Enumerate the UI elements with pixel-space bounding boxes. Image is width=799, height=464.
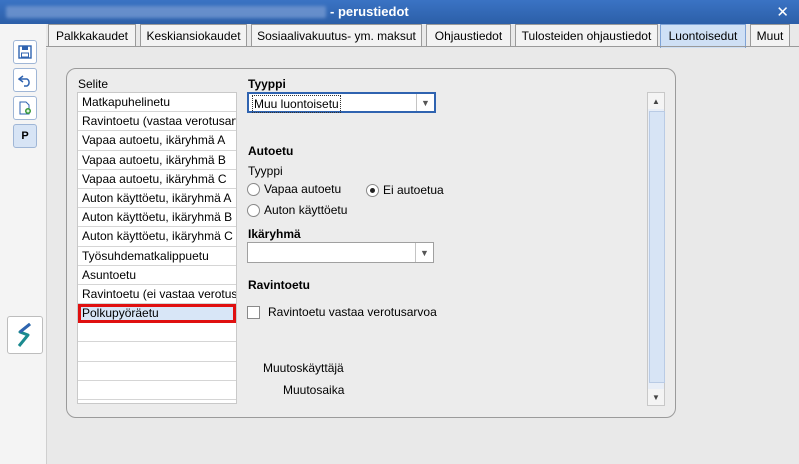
tyyppi-select[interactable]: Muu luontoisetu ▼ [247,92,436,113]
radio-circle[interactable] [247,182,260,196]
blurred-title-text [6,6,326,18]
tab-sosiaalivakuutus[interactable]: Sosiaalivakuutus- ym. maksut [251,24,422,46]
list-item-empty[interactable] [78,381,236,400]
radio-vapaa-autoetu[interactable]: Vapaa autoetu [247,182,341,196]
autoetu-title: Autoetu [248,144,294,158]
tyyppi-label: Tyyppi [248,77,286,91]
list-item-empty[interactable] [78,362,236,381]
ravintoetu-checkbox[interactable]: Ravintoetu vastaa verotusarvoa [247,305,437,319]
tab-tulosteiden-ohjaustiedot[interactable]: Tulosteiden ohjaustiedot [515,24,658,46]
radio-ei-label: Ei autoetua [383,183,444,197]
ikaryhma-select[interactable]: ▼ [247,242,434,263]
list-item[interactable]: Auton käyttöetu, ikäryhmä C [78,227,236,247]
vertical-scrollbar[interactable]: ▲ ▼ [647,92,665,406]
radio-circle-selected[interactable] [366,183,379,197]
list-item[interactable]: Asuntoetu [78,266,236,285]
radio-ei-autoetua[interactable]: Ei autoetua [366,183,444,197]
list-header: Selite [78,77,109,91]
autoetu-tyyppi-label: Tyyppi [248,164,283,178]
list-item[interactable]: Ravintoetu (ei vastaa verotusarvoa [78,285,236,305]
tab-bar: Palkkakaudet Keskiansiokaudet Sosiaaliva… [46,24,799,48]
tab-underline [46,46,799,47]
checkbox-box[interactable] [247,305,260,319]
save-icon[interactable] [13,40,37,64]
undo-icon[interactable] [13,68,37,92]
chevron-down-icon[interactable]: ▼ [416,94,434,111]
new-document-icon[interactable] [13,96,37,120]
tyyppi-value: Muu luontoisetu [252,95,341,113]
list-item[interactable]: Auton käyttöetu, ikäryhmä A [78,189,236,209]
selite-list[interactable]: Matkapuhelinetu Ravintoetu (vastaa verot… [77,92,237,404]
close-icon[interactable]: ✕ [776,3,789,21]
list-item[interactable]: Ravintoetu (vastaa verotusarvo [78,112,236,132]
list-item[interactable]: Matkapuhelinetu [78,93,236,113]
tab-keskiansiokaudet[interactable]: Keskiansiokaudet [140,24,247,46]
list-item[interactable]: Työsuhdematkalippuetu [78,247,236,266]
ravintoetu-title: Ravintoetu [248,278,311,292]
list-item[interactable]: Auton käyttöetu, ikäryhmä B [78,208,236,228]
ikaryhma-label: Ikäryhmä [248,227,301,241]
title-bar: - perustiedot ✕ [0,0,799,24]
muutosaika-label: Muutosaika [283,383,345,397]
tab-ohjaustiedot[interactable]: Ohjaustiedot [426,24,511,46]
scroll-thumb[interactable] [649,111,665,383]
radio-circle[interactable] [247,203,260,217]
p-button[interactable]: P [13,124,37,148]
left-toolbar: P [0,24,47,464]
list-item-selected[interactable]: Polkupyöräetu [78,304,236,324]
tab-luontoisedut[interactable]: Luontoisedut [660,24,746,48]
tab-muut[interactable]: Muut [750,24,790,46]
list-item[interactable]: Vapaa autoetu, ikäryhmä B [78,151,236,170]
app-logo-icon[interactable] [7,316,43,354]
window-title: - perustiedot [330,4,409,19]
list-item-empty[interactable] [78,342,236,362]
muutoskayttaja-label: Muutoskäyttäjä [263,361,344,375]
list-item-empty[interactable] [78,323,236,343]
tab-palkkakaudet[interactable]: Palkkakaudet [48,24,136,46]
radio-auton-kayttoetu[interactable]: Auton käyttöetu [247,203,347,217]
scroll-down-icon[interactable]: ▼ [648,389,664,405]
scroll-up-icon[interactable]: ▲ [648,93,664,109]
list-item[interactable]: Vapaa autoetu, ikäryhmä A [78,131,236,151]
list-item[interactable]: Vapaa autoetu, ikäryhmä C [78,170,236,189]
chevron-down-icon[interactable]: ▼ [415,243,433,262]
radio-kaytto-label: Auton käyttöetu [264,203,348,217]
radio-vapaa-label: Vapaa autoetu [264,182,342,196]
ravintoetu-checkbox-label: Ravintoetu vastaa verotusarvoa [268,305,437,319]
